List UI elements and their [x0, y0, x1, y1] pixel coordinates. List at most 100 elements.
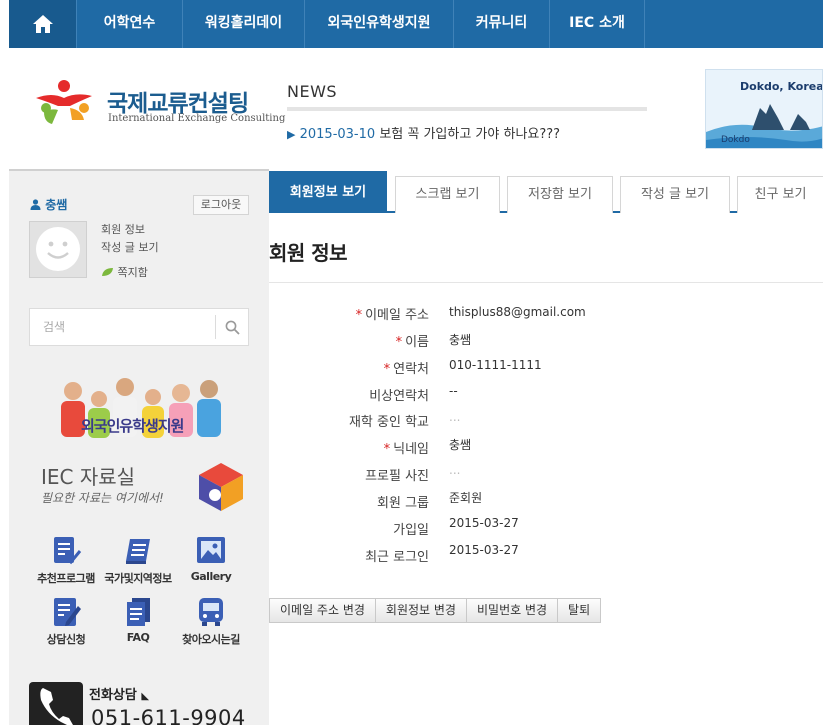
- students-banner-label: 외국인유학생지원: [81, 417, 184, 435]
- leaf-icon: [102, 268, 113, 276]
- logo-subtitle: International Exchange Consulting: [108, 113, 286, 124]
- documents-icon: [120, 596, 156, 628]
- field-label-member-group: 회원 그룹: [377, 496, 429, 511]
- news-date: 2015-03-10: [299, 127, 376, 142]
- tab-member-info[interactable]: 회원정보 보기: [269, 171, 387, 213]
- field-value-name: 충쌤: [449, 333, 472, 347]
- news-item[interactable]: ▶ 2015-03-10 보험 꼭 가입하고 가야 하나요???: [287, 123, 560, 142]
- news-divider: [287, 107, 647, 111]
- logout-button[interactable]: 로그아웃: [193, 195, 249, 215]
- field-label-email: * 이메일 주소: [355, 308, 429, 323]
- quick-link-gallery[interactable]: Gallery: [176, 535, 246, 583]
- dokdo-banner[interactable]: Dokdo, Korea's Dokdo: [705, 69, 823, 149]
- field-value-emergency-phone: --: [449, 384, 458, 398]
- field-label-name: * 이름: [395, 335, 429, 350]
- phone-consult-label: 전화상담: [89, 688, 137, 703]
- field-label-last-login: 최근 로그인: [365, 550, 429, 565]
- quick-link-directions[interactable]: 찾아오시는길: [176, 596, 246, 647]
- field-label-nickname: * 닉네임: [383, 442, 429, 457]
- field-value-phone: 010-1111-1111: [449, 358, 542, 372]
- sidebar-link-member-info[interactable]: 회원 정보: [101, 221, 145, 237]
- field-label-profile-photo: 프로필 사진: [365, 469, 429, 484]
- edit-member-info-button[interactable]: 회원정보 변경: [374, 598, 467, 623]
- change-email-button[interactable]: 이메일 주소 변경: [269, 598, 376, 623]
- search-icon: [225, 320, 240, 335]
- home-button[interactable]: [9, 0, 76, 48]
- quick-link-label: 상담신청: [46, 633, 86, 646]
- news-heading: NEWS: [287, 82, 338, 101]
- edit-icon: [48, 596, 84, 628]
- nav-item-language-study[interactable]: 어학연수: [76, 0, 182, 48]
- field-value-profile-photo: ...: [449, 463, 461, 477]
- user-name-text: 충쌤: [45, 198, 68, 212]
- quick-link-country-info[interactable]: 국가및지역정보: [103, 535, 173, 586]
- member-tab-bar: 회원정보 보기 스크랩 보기 저장함 보기 작성 글 보기 친구 보기: [269, 171, 823, 213]
- site-logo[interactable]: 국제교류컨설팅 International Exchange Consultin…: [30, 78, 285, 134]
- quick-link-recommended[interactable]: 추천프로그램: [31, 535, 101, 586]
- tab-friends[interactable]: 친구 보기: [737, 176, 823, 213]
- sidebar-link-my-posts[interactable]: 작성 글 보기: [101, 239, 159, 255]
- withdraw-button[interactable]: 탈퇴: [557, 598, 602, 623]
- phone-icon: [40, 688, 73, 725]
- member-actions: 이메일 주소 변경 회원정보 변경 비밀번호 변경 탈퇴: [269, 598, 602, 623]
- field-label-emergency-phone: 비상연락처: [369, 389, 429, 404]
- resource-subtitle: 필요한 자료는 여기에서!: [41, 491, 164, 505]
- search-button[interactable]: [215, 315, 248, 339]
- nav-item-about-iec[interactable]: IEC 소개: [549, 0, 645, 48]
- tab-my-posts[interactable]: 작성 글 보기: [620, 176, 730, 213]
- nav-item-community[interactable]: 커뮤니티: [453, 0, 549, 48]
- news-text: 보험 꼭 가입하고 가야 하나요???: [379, 127, 561, 142]
- user-icon: [30, 199, 41, 210]
- quick-link-label: 찾아오시는길: [182, 633, 240, 646]
- logo-mark-icon: [36, 80, 92, 124]
- field-value-school: ...: [449, 410, 461, 424]
- field-value-member-group: 준회원: [449, 491, 483, 505]
- search-box: [29, 308, 249, 346]
- quick-link-faq[interactable]: FAQ: [103, 596, 173, 644]
- avatar: [29, 221, 87, 278]
- foreign-student-banner[interactable]: 외국인유학생지원: [41, 377, 246, 447]
- book-icon: [120, 535, 156, 567]
- tab-saved[interactable]: 저장함 보기: [507, 176, 613, 213]
- bus-icon: [193, 596, 229, 628]
- required-marker: *: [395, 335, 403, 350]
- quick-link-consultation[interactable]: 상담신청: [31, 596, 101, 647]
- quick-link-label: 국가및지역정보: [104, 572, 172, 585]
- required-marker: *: [383, 362, 391, 377]
- sidebar: 충쌤 로그아웃 회원 정보 작성 글 보기 쪽지함 검색 외국인유학생지원 IE…: [9, 171, 269, 725]
- image-icon: [193, 535, 229, 567]
- field-label-phone: * 연락처: [383, 362, 429, 377]
- banner-title: Dokdo, Korea's: [740, 80, 823, 93]
- quick-link-label: 추천프로그램: [37, 572, 95, 585]
- messages-label: 쪽지함: [117, 266, 148, 279]
- field-value-last-login: 2015-03-27: [449, 543, 519, 557]
- phone-icon-box: [29, 682, 83, 725]
- banner-subtitle: Dokdo: [721, 135, 750, 145]
- home-icon: [32, 15, 53, 33]
- tab-scrap[interactable]: 스크랩 보기: [395, 176, 500, 213]
- field-value-join-date: 2015-03-27: [449, 516, 519, 530]
- resource-title: IEC 자료실: [41, 465, 136, 489]
- nav-item-foreign-student[interactable]: 외국인유학생지원: [304, 0, 453, 48]
- user-name: 충쌤: [30, 196, 67, 213]
- iec-resource-banner[interactable]: IEC 자료실 필요한 자료는 여기에서!: [41, 461, 246, 516]
- nav-item-working-holiday[interactable]: 워킹홀리데이: [182, 0, 304, 48]
- change-password-button[interactable]: 비밀번호 변경: [465, 598, 559, 623]
- smiley-avatar-icon: [36, 227, 80, 271]
- search-input[interactable]: [30, 309, 216, 345]
- phone-consult-title: 전화상담 ◣: [89, 684, 149, 703]
- students-group-icon: [61, 378, 221, 438]
- corner-arrow-icon: ◣: [141, 691, 150, 702]
- title-divider: [269, 282, 823, 283]
- required-marker: *: [355, 308, 363, 323]
- folder-cube-icon: [199, 463, 243, 511]
- sidebar-link-messages[interactable]: 쪽지함: [101, 264, 148, 280]
- quick-link-label: Gallery: [190, 570, 232, 583]
- field-value-nickname: 충쌤: [449, 438, 472, 452]
- quick-link-label: FAQ: [126, 631, 150, 644]
- field-label-join-date: 가입일: [393, 523, 429, 538]
- document-check-icon: [48, 535, 84, 567]
- page-title: 회원 정보: [269, 241, 348, 265]
- top-navigation: 어학연수 워킹홀리데이 외국인유학생지원 커뮤니티 IEC 소개: [9, 0, 823, 48]
- phone-number: 051-611-9904: [91, 706, 246, 725]
